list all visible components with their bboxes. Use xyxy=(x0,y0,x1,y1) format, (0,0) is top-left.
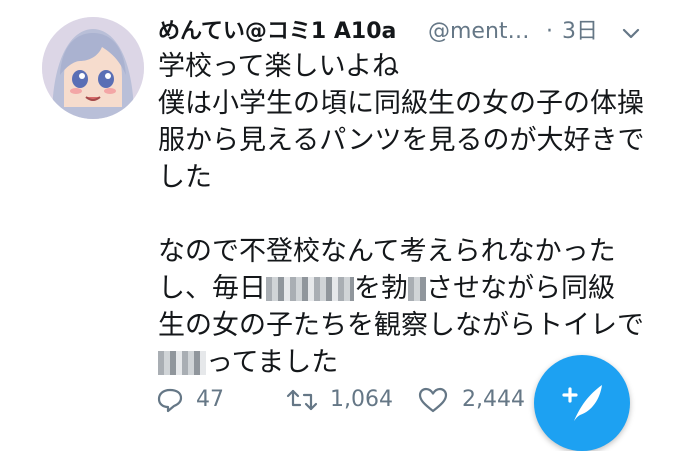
avatar[interactable] xyxy=(42,17,144,119)
retweet-button[interactable]: 1,064 xyxy=(286,380,426,420)
user-handle[interactable]: @ment… xyxy=(428,14,530,50)
timestamp[interactable]: 3日 xyxy=(562,14,598,50)
display-name[interactable]: めんてい@コミ1 A10a xyxy=(158,14,396,50)
reply-icon xyxy=(157,388,183,413)
censor-mosaic xyxy=(266,277,354,301)
like-button[interactable]: 2,444 xyxy=(418,380,548,420)
tweet-line: し、毎日 を勃 させながら同級 xyxy=(158,270,658,307)
tweet-line: なので不登校なんて考えられなかった xyxy=(158,236,616,267)
tweet-line: 学校って楽しいよね xyxy=(158,51,400,82)
heart-icon xyxy=(418,387,448,413)
tweet-fragment: させながら同級 xyxy=(426,273,615,304)
tweet-fragment: し、毎日 xyxy=(158,273,266,304)
tweet-fragment: ってました xyxy=(206,347,339,378)
avatar-illustration xyxy=(42,17,144,119)
like-count: 2,444 xyxy=(462,387,525,412)
separator-dot: · xyxy=(546,19,553,44)
tweet-line: 服から見えるパンツを見るのが大好きで xyxy=(158,125,645,156)
tweet-line: 僕は小学生の頃に同級生の女の子の体操 xyxy=(158,88,644,119)
censor-mosaic xyxy=(408,277,426,301)
censor-mosaic xyxy=(158,351,206,375)
compose-feather-icon xyxy=(562,385,602,421)
chevron-down-icon[interactable] xyxy=(620,22,642,44)
tweet-fragment: を勃 xyxy=(354,273,408,304)
retweet-icon xyxy=(286,389,318,411)
reply-button[interactable]: 47 xyxy=(156,380,236,420)
reply-count: 47 xyxy=(196,387,224,412)
tweet-line: した xyxy=(158,162,212,193)
tweet-line: 生の女の子たちを観察しながらトイレで xyxy=(158,310,644,341)
tweet-header: めんてい@コミ1 A10a @ment… · 3日 xyxy=(158,14,658,50)
retweet-count: 1,064 xyxy=(330,387,393,412)
tweet-text: 学校って楽しいよね 僕は小学生の頃に同級生の女の子の体操 服から見えるパンツを見… xyxy=(158,48,658,381)
